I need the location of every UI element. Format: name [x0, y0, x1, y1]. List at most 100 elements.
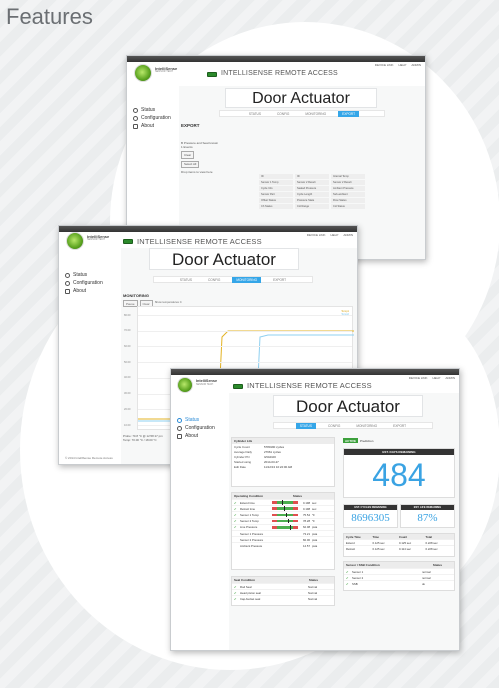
- export-field-item[interactable]: Sealed Pressure: [295, 186, 329, 191]
- admin-link[interactable]: ADMIN: [343, 233, 353, 237]
- export-field-item[interactable]: Ambient Pressure: [331, 186, 365, 191]
- tab-export[interactable]: EXPORT: [389, 423, 410, 429]
- export-field-item[interactable]: Internal Temp: [331, 174, 365, 179]
- export-field-item[interactable]: CH Range: [295, 204, 329, 209]
- sidebar-item-status[interactable]: Status: [65, 271, 107, 279]
- sidebar-item-about[interactable]: About: [133, 122, 175, 130]
- tab-monitoring[interactable]: MONITORING: [352, 423, 381, 429]
- row-status: Normal: [308, 596, 318, 601]
- sidebar-item-configuration[interactable]: Configuration: [65, 279, 107, 287]
- export-field-item[interactable]: Pressure State: [295, 198, 329, 203]
- sidebar-label: Status: [73, 272, 88, 278]
- select-all-button[interactable]: Select All: [181, 160, 200, 168]
- help-link[interactable]: HELP: [432, 376, 440, 380]
- export-field-item[interactable]: Cycle Info: [259, 186, 293, 191]
- export-field-item[interactable]: Sensor Part: [259, 192, 293, 197]
- life-remaining-value: 87%: [417, 512, 438, 524]
- sidebar-label: Status: [141, 107, 156, 113]
- y-tick-label: 70.00: [124, 329, 131, 333]
- tab-config[interactable]: CONFIG: [273, 111, 293, 117]
- brand-sub: SENSOR TECH: [155, 70, 174, 73]
- status-window: DEVICE LINK HELP ADMIN IntelliSense SENSO…: [170, 368, 460, 651]
- export-field-item[interactable]: Cycle Length: [295, 192, 329, 197]
- help-link[interactable]: HELP: [330, 233, 338, 237]
- chart-readout: Probe: 70.8 °C @ 12:58:17 pm Temp: 70.00…: [123, 434, 163, 442]
- tab-export[interactable]: EXPORT: [269, 277, 290, 283]
- battery-icon: [233, 384, 243, 389]
- tab-monitoring[interactable]: MONITORING: [232, 276, 262, 283]
- gridline: [138, 330, 352, 332]
- device-link[interactable]: DEVICE LINK: [375, 63, 394, 67]
- export-field-item[interactable]: Sensor 2 Result: [331, 180, 365, 185]
- status-column-head: Status: [432, 563, 442, 567]
- clear-button[interactable]: Clear: [181, 151, 195, 159]
- check-icon: ✔: [346, 569, 349, 574]
- tab-config[interactable]: CONFIG: [204, 277, 224, 283]
- export-field-item[interactable]: Flow Status: [331, 198, 365, 203]
- utility-links: DEVICE LINK HELP ADMIN: [409, 376, 455, 380]
- export-field-item[interactable]: ID: [259, 174, 293, 179]
- sidebar-label: About: [185, 433, 199, 439]
- cycle-time-row: Retract 0.125 sec 0.114 sec 0.228 sec: [344, 545, 454, 551]
- readout-line: Temp: 70.00 °C / 18.00 °C: [123, 438, 157, 443]
- brand-name: IntelliSense SENSOR TECH: [196, 379, 217, 386]
- app-title: INTELLISENSE REMOTE ACCESS: [221, 70, 338, 77]
- row-value: 2014-03-27: [264, 460, 279, 465]
- tab-status[interactable]: STATUS: [245, 111, 265, 117]
- cylinder-life-rows: Cycle Count 5780190 cycles Average Daily 27…: [232, 444, 334, 470]
- footer: © 2014 IntelliSense Remote Access: [65, 456, 113, 460]
- top-bar: [171, 369, 459, 375]
- col-head: Time: [372, 534, 379, 539]
- row-label: Sensor 2 Pressure: [240, 537, 264, 542]
- export-field-item[interactable]: Sub-ambient: [331, 192, 365, 197]
- tab-export[interactable]: EXPORT: [338, 110, 360, 117]
- export-field-item[interactable]: Ch Status: [259, 204, 293, 209]
- seal-row: ✔ Cap-bucket seal Normal: [232, 595, 334, 601]
- brand-logo: [134, 64, 152, 82]
- tab-monitoring[interactable]: MONITORING: [301, 111, 330, 117]
- check-icon: ✔: [234, 590, 237, 595]
- sidebar-item-configuration[interactable]: Configuration: [177, 424, 219, 432]
- row-value: 78.28: [303, 519, 310, 524]
- export-field-item[interactable]: CH Status: [331, 204, 365, 209]
- cycle-time-card: Cycle Time Time Count Total Extend 0.125 …: [343, 533, 455, 557]
- operating-row: Ambient Pressure 14.57 psia: [232, 542, 334, 548]
- cycle-time-head: Cycle Time Time Count Total: [344, 534, 454, 540]
- check-icon: ✔: [234, 596, 237, 601]
- y-tick-label: 60.00: [124, 344, 131, 348]
- sidebar-item-about[interactable]: About: [65, 287, 107, 295]
- device-link[interactable]: DEVICE LINK: [409, 376, 428, 380]
- row-value: 0.198: [303, 506, 310, 511]
- cell: 0.228 sec: [425, 546, 438, 551]
- cylinder-life-row: Edit Date 11/12/13 10:22:00 AM: [232, 465, 334, 470]
- export-field-item[interactable]: Offset Status: [259, 198, 293, 203]
- gridline: [138, 315, 352, 316]
- tab-config[interactable]: CONFIG: [324, 423, 344, 429]
- device-title: Door Actuator: [273, 395, 423, 417]
- export-field-item[interactable]: Sensor 2 Result: [295, 180, 329, 185]
- pause-button[interactable]: Pause: [123, 300, 138, 307]
- y-tick-label: 20.00: [124, 407, 131, 411]
- row-label: Sensor 1 Pressure: [240, 531, 264, 536]
- admin-link[interactable]: ADMIN: [445, 376, 455, 380]
- row-status: Normal: [308, 590, 318, 595]
- row-unit: sec: [312, 500, 317, 505]
- admin-link[interactable]: ADMIN: [411, 63, 421, 67]
- info-icon: [177, 433, 182, 439]
- sidebar-item-status[interactable]: Status: [177, 416, 219, 424]
- export-field-item[interactable]: ID: [295, 174, 329, 179]
- tab-status[interactable]: STATUS: [295, 422, 316, 429]
- help-link[interactable]: HELP: [398, 63, 406, 67]
- active-badge: ACTIVE: [343, 438, 359, 443]
- sidebar-item-about[interactable]: About: [177, 432, 219, 440]
- row-unit: psia: [312, 531, 318, 536]
- sidebar-item-status[interactable]: Status: [133, 106, 175, 114]
- col-head: Total: [425, 534, 432, 539]
- sidebar-item-configuration[interactable]: Configuration: [133, 114, 175, 122]
- row-value: 27661 cycles: [264, 449, 281, 454]
- gear-icon: [65, 280, 70, 286]
- tab-status[interactable]: STATUS: [176, 277, 196, 283]
- row-value: G542100: [264, 454, 276, 459]
- device-link[interactable]: DEVICE LINK: [307, 233, 326, 237]
- export-field-item[interactable]: Sensor 1 Temp: [259, 180, 293, 185]
